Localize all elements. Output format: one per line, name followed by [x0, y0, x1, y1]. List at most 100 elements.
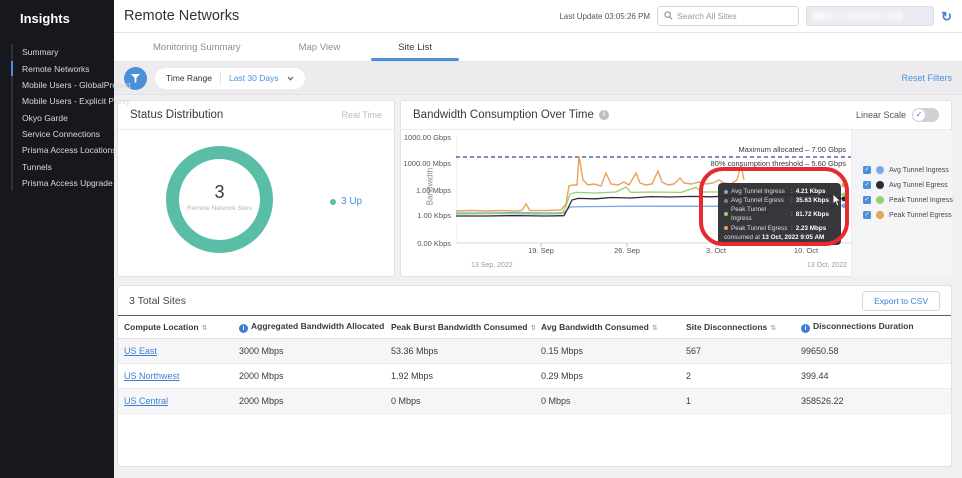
tab-bar: Monitoring Summary Map View Site List	[114, 33, 962, 62]
cell-duration: 99650.58	[795, 338, 951, 364]
search-box[interactable]	[657, 6, 800, 26]
checkbox-checked-icon[interactable]: ✓	[863, 181, 871, 189]
info-icon[interactable]: i	[239, 324, 248, 333]
info-icon[interactable]: i	[598, 110, 609, 120]
threshold-annotation: 80% consumption threshold – 5.60 Gbps	[710, 159, 846, 168]
sidebar-item-summary[interactable]: Summary	[13, 44, 114, 60]
col-site-disconnections[interactable]: Site Disconnections ⇅	[680, 315, 795, 339]
site-link-us-central[interactable]: US Central	[124, 396, 168, 406]
mouse-cursor-icon	[832, 192, 843, 212]
table-row: US East 3000 Mbps 53.36 Mbps 0.15 Mbps 5…	[118, 338, 951, 364]
page-title: Remote Networks	[124, 8, 240, 24]
column-label: Disconnections Duration	[813, 321, 914, 331]
tooltip-label: Avg Tunnel Ingress	[731, 188, 785, 195]
content-area: Status Distribution Real Time 3 Remote N…	[114, 95, 962, 478]
up-status-dot	[330, 198, 336, 205]
tooltip-value: 2.23 Mbps	[795, 224, 827, 232]
sort-icon[interactable]: ⇅	[652, 324, 658, 332]
col-peak-burst[interactable]: Peak Burst Bandwidth Consumed⇅	[385, 315, 536, 339]
linear-scale-label: Linear Scale	[855, 110, 906, 120]
col-compute-location[interactable]: Compute Location ⇅	[118, 315, 233, 339]
col-disconnections-duration[interactable]: i Disconnections Duration	[795, 315, 951, 339]
sort-icon[interactable]: ⇅	[202, 324, 208, 332]
legend-label: Avg Tunnel Egress	[889, 181, 948, 189]
legend-avg-tunnel-ingress[interactable]: ✓ Avg Tunnel Ingress	[863, 166, 949, 174]
y-tick: 1000.00 Gbps	[403, 133, 451, 142]
tooltip-label: Peak Tunnel Ingress	[731, 206, 767, 223]
time-range-dropdown[interactable]: Time Range Last 30 Days	[155, 67, 305, 89]
sidebar-item-okyo-garde[interactable]: Okyo Garde	[13, 110, 114, 126]
series-color-dot	[724, 212, 728, 217]
legend-peak-tunnel-egress[interactable]: ✓ Peak Tunnel Egress	[863, 211, 952, 219]
sidebar-item-mobile-users-globalprotect[interactable]: Mobile Users - GlobalProtect	[13, 77, 131, 93]
tab-monitoring-summary[interactable]: Monitoring Summary	[124, 33, 270, 61]
checkbox-checked-icon[interactable]: ✓	[863, 211, 871, 219]
export-to-csv-button[interactable]: Export to CSV	[862, 290, 940, 311]
chevron-down-icon	[287, 73, 294, 83]
bandwidth-card-title: Bandwidth Consumption Over Time	[413, 109, 594, 121]
toggle-knob: ✓	[913, 109, 925, 121]
legend-peak-tunnel-ingress[interactable]: ✓ Peak Tunnel Ingress	[863, 196, 953, 204]
cell-disconnections: 1	[680, 388, 795, 414]
series-color-dot	[724, 226, 728, 231]
time-range-value: Last 30 Days	[228, 73, 279, 83]
tooltip-colon: :	[791, 210, 793, 218]
donut-center: 3 Remote Network Sites	[166, 182, 273, 212]
status-card-header: Status Distribution Real Time	[118, 101, 394, 130]
sidebar-item-prisma-access-locations[interactable]: Prisma Access Locations	[13, 142, 116, 158]
tooltip-row: Peak Tunnel Ingress : 81.72 Kbps	[724, 205, 835, 223]
sort-icon[interactable]: ⇅	[770, 324, 776, 332]
y-tick: 0.00 Kbps	[417, 239, 451, 248]
site-link-us-east[interactable]: US East	[124, 346, 157, 356]
up-status-label: 3 Up	[341, 196, 363, 207]
y-tick: 1.00 Kbps	[417, 211, 451, 220]
bandwidth-card-header: Bandwidth Consumption Over Time i Linear…	[401, 101, 951, 130]
status-distribution-card: Status Distribution Real Time 3 Remote N…	[117, 100, 395, 277]
cell-disconnections: 2	[680, 363, 795, 389]
tooltip-value: 4.21 Kbps	[795, 188, 826, 195]
col-aggregated-bandwidth[interactable]: i Aggregated Bandwidth Allocated	[233, 315, 385, 339]
x-tick: 26. Sep	[614, 246, 640, 255]
status-legend-up[interactable]: 3 Up	[330, 196, 362, 207]
x-tick: 10. Oct	[793, 246, 819, 255]
checkbox-checked-icon[interactable]: ✓	[863, 196, 871, 204]
checkbox-checked-icon[interactable]: ✓	[863, 166, 871, 174]
refresh-icon[interactable]: ↻	[941, 10, 952, 23]
cell-avg: 0 Mbps	[535, 388, 680, 414]
y-tick: 1000.00 Mbps	[403, 159, 451, 168]
linear-scale-toggle[interactable]: ✓	[912, 108, 939, 122]
sidebar-item-prisma-access-upgrade[interactable]: Prisma Access Upgrade	[13, 175, 114, 191]
sort-icon[interactable]: ⇅	[531, 324, 536, 332]
sidebar-item-tunnels[interactable]: Tunnels	[13, 159, 114, 175]
legend-avg-tunnel-egress[interactable]: ✓ Avg Tunnel Egress	[863, 181, 948, 189]
bandwidth-chart-area: Bandwidth 1000.00 Gbps 1000.00 Mbps 1.00…	[401, 130, 953, 277]
site-count-label: Remote Network Sites	[187, 205, 252, 212]
real-time-badge: Real Time	[341, 110, 382, 120]
search-input[interactable]	[677, 11, 793, 21]
sites-table-card: 3 Total Sites Export to CSV Compute Loca…	[117, 285, 952, 467]
series-color-dot	[876, 196, 884, 204]
tooltip-colon: :	[791, 188, 793, 195]
column-label: Compute Location	[124, 322, 199, 332]
sidebar-item-mobile-users-explicit-proxy[interactable]: Mobile Users - Explicit Proxy	[13, 93, 130, 109]
tab-map-view[interactable]: Map View	[270, 33, 370, 61]
reset-filters-link[interactable]: Reset Filters	[901, 73, 952, 83]
column-label: Peak Burst Bandwidth Consumed	[391, 322, 528, 332]
max-allocated-annotation: Maximum allocated – 7.00 Gbps	[738, 145, 846, 154]
site-count: 3	[214, 182, 225, 202]
y-tick: 1.00 Mbps	[415, 186, 451, 195]
sidebar-item-service-connections[interactable]: Service Connections	[13, 126, 114, 142]
tab-site-list[interactable]: Site List	[369, 33, 461, 61]
cell-peak: 0 Mbps	[385, 388, 535, 414]
tooltip-footer: consumed at 13 Oct, 2022 9:05 AM	[724, 234, 835, 241]
bandwidth-consumption-card: Bandwidth Consumption Over Time i Linear…	[400, 100, 953, 277]
col-avg-bandwidth[interactable]: Avg Bandwidth Consumed ⇅	[535, 315, 680, 339]
info-icon[interactable]: i	[801, 324, 810, 333]
total-sites-title: 3 Total Sites	[129, 294, 187, 307]
legend-label: Peak Tunnel Ingress	[889, 196, 953, 204]
sidebar-item-remote-networks[interactable]: Remote Networks	[11, 60, 114, 77]
site-link-us-northwest[interactable]: US Northwest	[124, 371, 180, 381]
divider	[219, 71, 221, 85]
sidebar: Insights Summary Remote Networks Mobile …	[0, 0, 131, 478]
redacted-account-selector[interactable]	[806, 6, 935, 26]
